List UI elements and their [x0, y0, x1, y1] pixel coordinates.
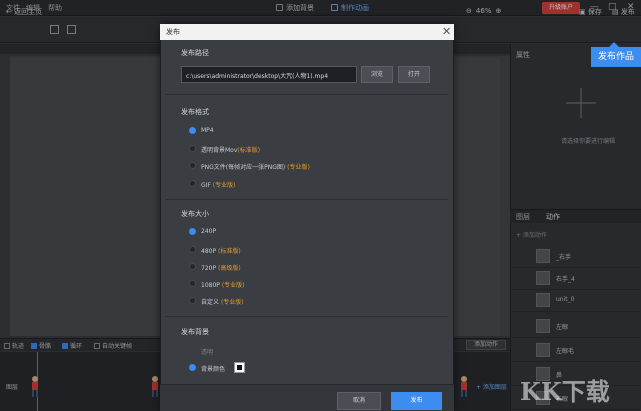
radio-checked-icon[interactable] — [189, 364, 196, 371]
size-option-720p: 720P (高级版) — [201, 265, 241, 272]
size-option-custom: 自定义 (专业版) — [201, 299, 244, 306]
dialog-close-icon[interactable]: ✕ — [442, 25, 451, 38]
format-option-mp4: MP4 — [201, 127, 214, 134]
divider — [166, 316, 448, 317]
format-section-title: 发布格式 — [181, 108, 209, 116]
path-section-title: 发布路径 — [181, 49, 209, 57]
size-option-1080p: 1080P (专业版) — [201, 282, 245, 289]
radio-icon[interactable] — [189, 180, 196, 187]
publish-tooltip: 发布作品 — [591, 42, 641, 67]
divider — [166, 94, 448, 95]
radio-icon[interactable] — [189, 145, 196, 152]
watermark-logo: KK下载 — [520, 377, 610, 406]
format-option-gif: GIF (专业版) — [201, 182, 236, 189]
size-section-title: 发布大小 — [181, 210, 209, 218]
dialog-header — [160, 24, 454, 40]
color-swatch[interactable] — [234, 362, 245, 373]
path-input[interactable]: c:\users\administrator\desktop\大咒(人物1).m… — [181, 66, 357, 83]
radio-icon[interactable] — [189, 263, 196, 270]
format-option-png: PNG文件(每帧对应一张PNG图) (专业版) — [201, 164, 310, 171]
radio-icon[interactable] — [189, 280, 196, 287]
browse-button[interactable]: 浏览 — [361, 66, 393, 83]
publish-button[interactable]: 发布 — [391, 392, 442, 410]
radio-checked-icon[interactable] — [189, 127, 196, 134]
radio-checked-icon[interactable] — [189, 228, 196, 235]
bg-option-color: 背景颜色 — [201, 366, 226, 373]
background-section-title: 发布背景 — [181, 328, 209, 336]
size-option-480p: 480P (标准版) — [201, 248, 241, 255]
bg-option-transparent[interactable]: 透明 — [201, 347, 213, 356]
radio-icon[interactable] — [189, 246, 196, 253]
cancel-button[interactable]: 取消 — [337, 392, 381, 410]
radio-icon[interactable] — [189, 162, 196, 169]
divider — [166, 199, 448, 200]
format-option-mov: 透明背景Mov(标准版) — [201, 147, 261, 154]
open-button[interactable]: 打开 — [398, 66, 430, 83]
radio-icon[interactable] — [189, 297, 196, 304]
dialog-title: 发布 — [166, 28, 180, 36]
size-option-240p: 240P — [201, 228, 217, 235]
